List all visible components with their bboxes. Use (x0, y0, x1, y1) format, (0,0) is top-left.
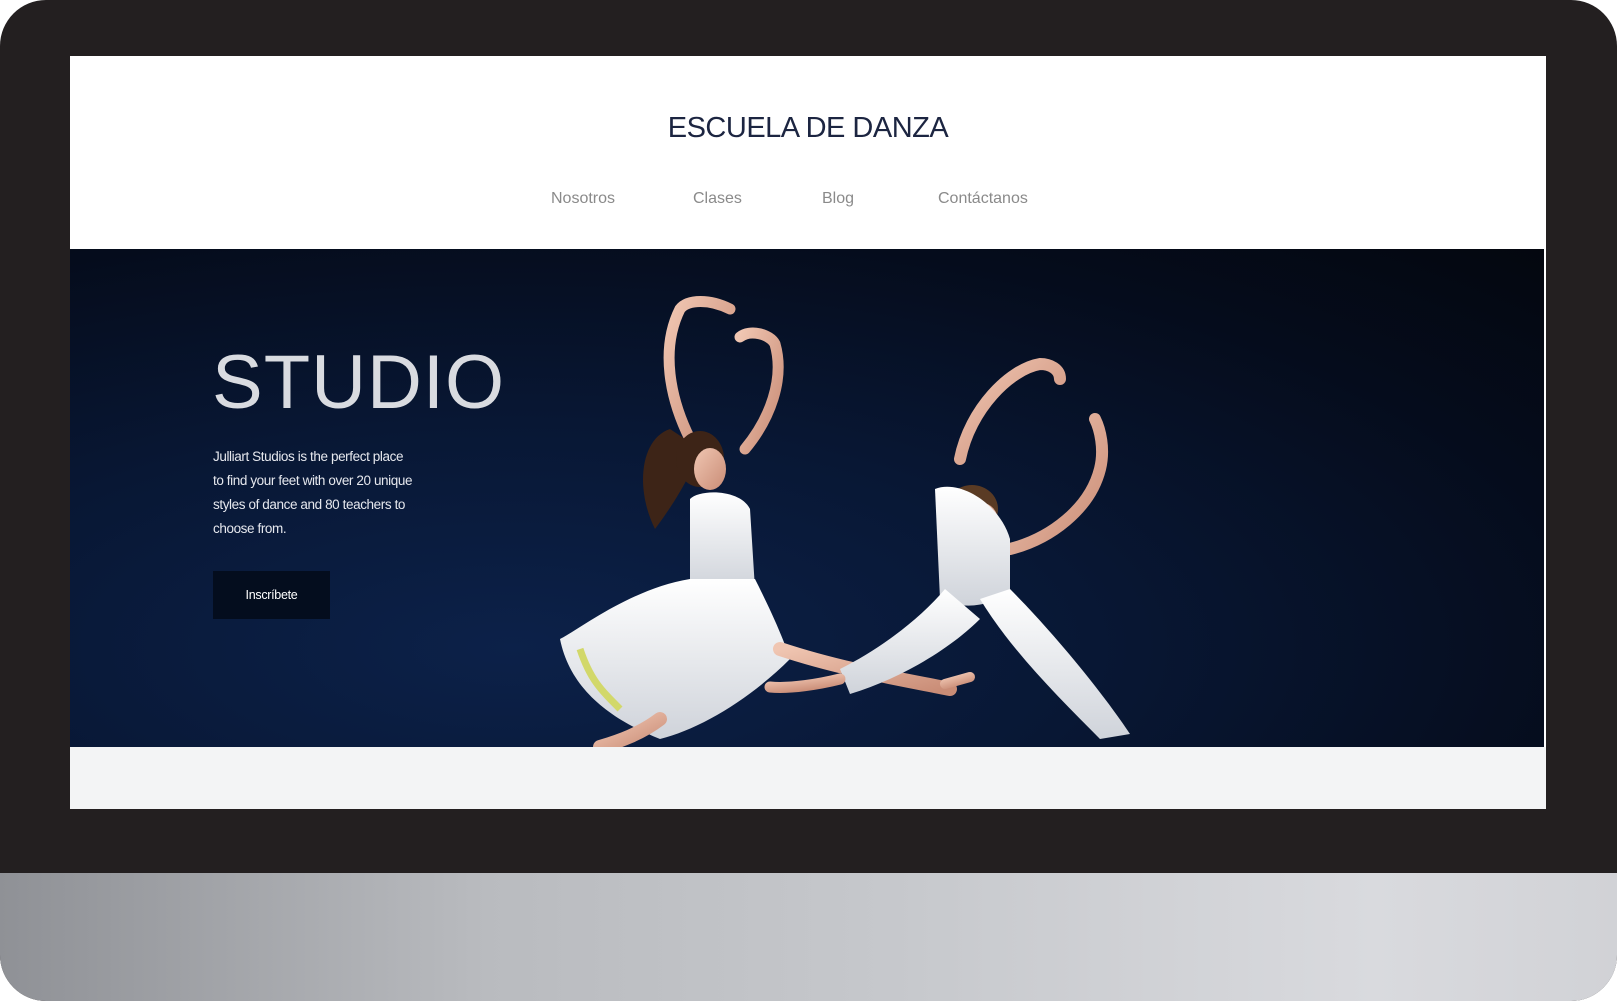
hero-dancers-image (560, 296, 1130, 747)
main-nav: Nosotros Clases Blog Contáctanos (70, 190, 1546, 214)
signup-button[interactable]: Inscríbete (213, 571, 330, 619)
nav-link-nosotros[interactable]: Nosotros (551, 190, 615, 208)
browser-viewport: ESCUELA DE DANZA Nosotros Clases Blog Co… (70, 56, 1546, 809)
nav-link-clases[interactable]: Clases (693, 190, 742, 208)
content-section (70, 747, 1546, 809)
hero-banner: STUDIO Julliart Studios is the perfect p… (70, 249, 1544, 747)
nav-link-contactanos[interactable]: Contáctanos (938, 190, 1028, 208)
dancer-female (560, 296, 975, 747)
monitor-frame: ESCUELA DE DANZA Nosotros Clases Blog Co… (0, 0, 1617, 1001)
hero-description: Julliart Studios is the perfect place to… (213, 449, 413, 536)
nav-link-blog[interactable]: Blog (822, 190, 854, 208)
site-title[interactable]: ESCUELA DE DANZA (70, 112, 1546, 145)
site-header: ESCUELA DE DANZA Nosotros Clases Blog Co… (70, 56, 1546, 249)
hero-title: STUDIO (212, 340, 506, 425)
monitor-chin (0, 873, 1617, 1001)
